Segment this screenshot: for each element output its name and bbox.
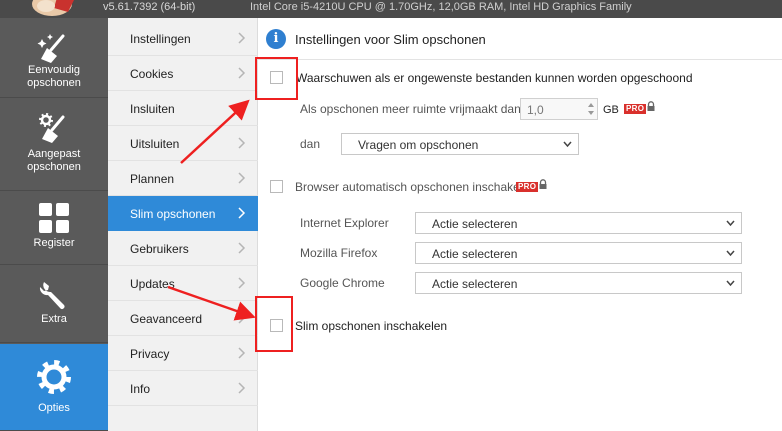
space-threshold-input[interactable]: 1,0 xyxy=(520,98,598,120)
submenu-item-include[interactable]: Insluiten xyxy=(108,91,258,126)
then-action-value: Vragen om opschonen xyxy=(358,138,479,152)
space-unit: GB xyxy=(603,104,619,116)
nav-item-register[interactable]: Register xyxy=(0,191,108,265)
broom-sparkle-icon xyxy=(37,34,65,63)
smart-cleaning-label: Slim opschonen inschakelen xyxy=(295,319,448,333)
grid-icon xyxy=(39,203,69,233)
nav-label: Opties xyxy=(38,402,70,414)
submenu-item-cookies[interactable]: Cookies xyxy=(108,56,258,91)
submenu-label: Privacy xyxy=(130,347,170,361)
submenu-item-info[interactable]: Info xyxy=(108,371,258,406)
chevron-right-icon xyxy=(238,277,246,289)
info-icon: i xyxy=(266,29,286,49)
nav-label: Register xyxy=(33,237,75,249)
chevron-right-icon xyxy=(238,137,246,149)
then-action-select[interactable]: Vragen om opschonen xyxy=(341,133,579,155)
nav-item-custom-clean[interactable]: Aangepast opschonen xyxy=(0,98,108,191)
gear-icon xyxy=(37,360,71,394)
left-nav: Eenvoudig opschonen Aangepast opschonen … xyxy=(0,18,108,431)
space-threshold-value: 1,0 xyxy=(527,103,544,117)
nav-label: Extra xyxy=(41,313,67,325)
chevron-right-icon xyxy=(238,242,246,254)
wrench-icon xyxy=(39,282,65,309)
chevron-right-icon xyxy=(238,382,246,394)
chevron-down-icon xyxy=(726,250,735,257)
space-threshold-label: Als opschonen meer ruimte vrijmaakt dan xyxy=(300,102,521,116)
broom-gear-icon xyxy=(39,113,65,143)
submenu-label: Instellingen xyxy=(130,32,191,46)
nav-item-easy-clean[interactable]: Eenvoudig opschonen xyxy=(0,18,108,98)
ie-action-value: Actie selecteren xyxy=(432,217,518,231)
submenu-label: Uitsluiten xyxy=(130,137,180,151)
annotation-highlight-box xyxy=(255,296,293,352)
page-title: Instellingen voor Slim opschonen xyxy=(295,32,486,47)
browser-auto-clean-label: Browser automatisch opschonen inschakele… xyxy=(295,180,536,194)
ie-action-select[interactable]: Actie selecteren xyxy=(415,212,742,234)
browser-name-ie: Internet Explorer xyxy=(300,216,389,230)
browser-name-firefox: Mozilla Firefox xyxy=(300,246,378,260)
annotation-highlight-box xyxy=(255,57,298,100)
ccleaner-window: v5.61.7392 (64-bit) Intel Core i5-4210U … xyxy=(0,0,782,431)
chevron-right-icon xyxy=(238,207,246,219)
nav-item-options[interactable]: Opties xyxy=(0,344,108,431)
browser-auto-clean-checkbox[interactable] xyxy=(270,180,283,193)
chevron-down-icon xyxy=(563,141,572,148)
firefox-action-value: Actie selecteren xyxy=(432,247,518,261)
chevron-down-icon xyxy=(726,280,735,287)
submenu-label: Info xyxy=(130,382,151,396)
app-version: v5.61.7392 (64-bit) xyxy=(103,1,196,13)
submenu-label: Cookies xyxy=(130,67,174,81)
smart-cleaning-panel: i Instellingen voor Slim opschonen Waars… xyxy=(258,18,782,431)
chevron-down-icon xyxy=(726,220,735,227)
chevron-right-icon xyxy=(238,67,246,79)
browser-name-chrome: Google Chrome xyxy=(300,276,385,290)
pro-badge: PRO xyxy=(516,182,539,192)
title-bar: v5.61.7392 (64-bit) Intel Core i5-4210U … xyxy=(0,0,782,18)
chevron-right-icon xyxy=(238,172,246,184)
submenu-item-schedule[interactable]: Plannen xyxy=(108,161,258,196)
submenu-item-advanced[interactable]: Geavanceerd xyxy=(108,301,258,336)
pro-badge: PRO xyxy=(624,104,647,114)
nav-label: Aangepast opschonen xyxy=(27,148,81,173)
submenu-label: Updates xyxy=(130,277,175,291)
submenu-label: Geavanceerd xyxy=(130,312,203,326)
nav-item-extra[interactable]: Extra xyxy=(0,265,108,343)
nav-label: Eenvoudig opschonen xyxy=(27,64,81,89)
submenu-item-updates[interactable]: Updates xyxy=(108,266,258,301)
submenu-item-users[interactable]: Gebruikers xyxy=(108,231,258,266)
spinner-arrows-icon[interactable] xyxy=(587,101,595,117)
lock-icon xyxy=(539,179,547,189)
submenu-label: Slim opschonen xyxy=(130,207,216,221)
submenu-item-smart-cleaning[interactable]: Slim opschonen xyxy=(108,196,258,231)
chevron-right-icon xyxy=(238,32,246,44)
panel-header: i Instellingen voor Slim opschonen xyxy=(258,18,782,60)
options-submenu: Instellingen Cookies Insluiten Uitsluite… xyxy=(108,18,258,431)
submenu-label: Insluiten xyxy=(130,102,175,116)
chevron-right-icon xyxy=(238,312,246,324)
lock-icon xyxy=(647,101,655,111)
submenu-label: Plannen xyxy=(130,172,175,186)
submenu-label: Gebruikers xyxy=(130,242,189,256)
chrome-action-select[interactable]: Actie selecteren xyxy=(415,272,742,294)
submenu-item-exclude[interactable]: Uitsluiten xyxy=(108,126,258,161)
firefox-action-select[interactable]: Actie selecteren xyxy=(415,242,742,264)
app-logo-icon xyxy=(32,0,74,16)
then-label: dan xyxy=(300,137,321,151)
chevron-right-icon xyxy=(238,102,246,114)
submenu-item-settings[interactable]: Instellingen xyxy=(108,21,258,56)
chrome-action-value: Actie selecteren xyxy=(432,277,518,291)
system-info: Intel Core i5-4210U CPU @ 1.70GHz, 12,0G… xyxy=(250,1,632,13)
submenu-item-privacy[interactable]: Privacy xyxy=(108,336,258,371)
warn-checkbox-label: Waarschuwen als er ongewenste bestanden … xyxy=(296,71,693,85)
chevron-right-icon xyxy=(238,347,246,359)
